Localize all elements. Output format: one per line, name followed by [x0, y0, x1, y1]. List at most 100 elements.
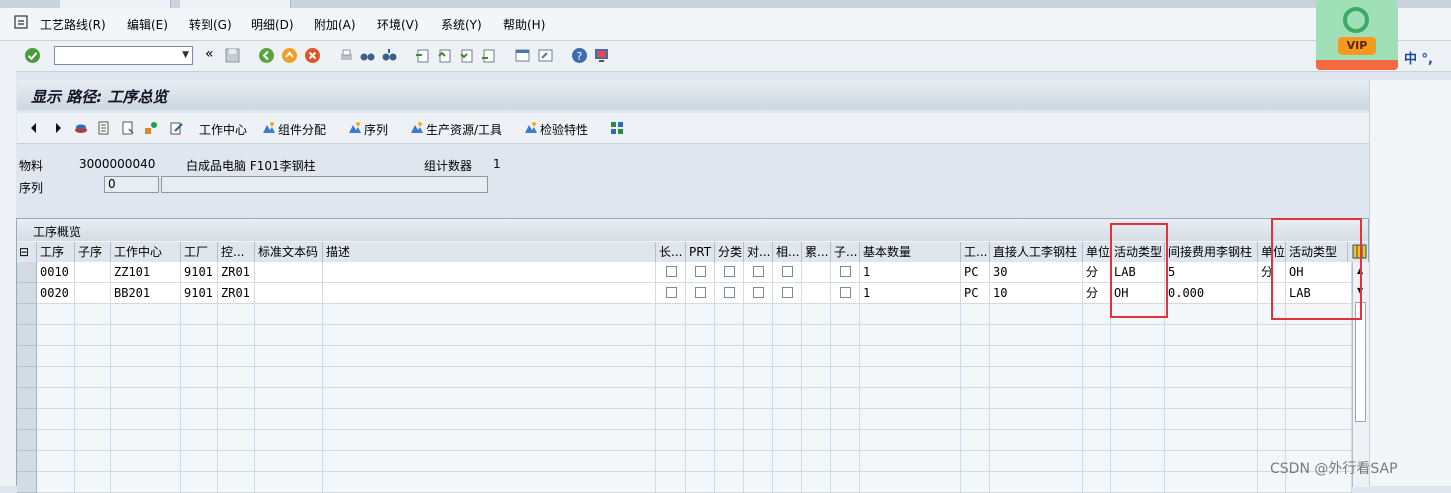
empty-cell[interactable] — [831, 472, 860, 493]
row-selector[interactable] — [17, 304, 37, 325]
empty-cell[interactable] — [831, 388, 860, 409]
empty-cell[interactable] — [686, 325, 715, 346]
empty-cell[interactable] — [1165, 304, 1258, 325]
checkbox[interactable] — [782, 266, 793, 277]
empty-cell[interactable] — [218, 472, 255, 493]
customize-layout-icon[interactable] — [593, 47, 610, 64]
empty-cell[interactable] — [961, 388, 990, 409]
empty-cell[interactable] — [75, 346, 111, 367]
empty-cell[interactable] — [961, 409, 990, 430]
empty-cell[interactable] — [1165, 367, 1258, 388]
previous-icon[interactable] — [27, 121, 41, 135]
col-cumulative[interactable]: 累... — [802, 242, 831, 262]
empty-cell[interactable] — [773, 451, 802, 472]
empty-cell[interactable] — [961, 346, 990, 367]
empty-cell[interactable] — [75, 367, 111, 388]
empty-cell[interactable] — [1111, 325, 1165, 346]
empty-cell[interactable] — [656, 430, 686, 451]
shortcut-icon[interactable] — [537, 47, 554, 64]
empty-cell[interactable] — [656, 304, 686, 325]
cell-work-center[interactable]: BB201 — [111, 283, 181, 304]
empty-cell[interactable] — [75, 325, 111, 346]
empty-cell[interactable] — [1286, 409, 1352, 430]
col-direct-labor[interactable]: 直接人工李钢柱 — [990, 242, 1083, 262]
empty-cell[interactable] — [656, 346, 686, 367]
detail-icon[interactable] — [97, 121, 111, 135]
empty-cell[interactable] — [111, 325, 181, 346]
empty-cell[interactable] — [218, 304, 255, 325]
cell-control-key[interactable]: ZR01 — [218, 262, 255, 283]
row-selector[interactable] — [17, 262, 37, 283]
empty-cell[interactable] — [181, 346, 218, 367]
empty-cell[interactable] — [323, 325, 656, 346]
menu-details[interactable]: 明细(D) — [251, 16, 294, 33]
empty-cell[interactable] — [37, 367, 75, 388]
empty-cell[interactable] — [686, 430, 715, 451]
checkbox[interactable] — [666, 287, 677, 298]
empty-cell[interactable] — [1111, 346, 1165, 367]
checkbox[interactable] — [840, 287, 851, 298]
empty-cell[interactable] — [255, 451, 323, 472]
empty-cell[interactable] — [802, 388, 831, 409]
empty-cell[interactable] — [744, 472, 773, 493]
empty-cell[interactable] — [1165, 409, 1258, 430]
checkbox[interactable] — [840, 266, 851, 277]
cell-standard-text[interactable] — [255, 262, 323, 283]
empty-cell[interactable] — [990, 409, 1083, 430]
empty-cell[interactable] — [715, 388, 744, 409]
empty-cell[interactable] — [255, 325, 323, 346]
empty-cell[interactable] — [831, 409, 860, 430]
empty-cell[interactable] — [686, 388, 715, 409]
col-sub[interactable]: 子... — [831, 242, 860, 262]
first-page-icon[interactable] — [414, 47, 431, 64]
empty-cell[interactable] — [686, 346, 715, 367]
empty-cell[interactable] — [961, 304, 990, 325]
empty-cell[interactable] — [1258, 430, 1286, 451]
empty-cell[interactable] — [1083, 409, 1111, 430]
empty-cell[interactable] — [860, 472, 961, 493]
empty-cell[interactable] — [860, 346, 961, 367]
empty-table-row[interactable] — [17, 472, 1352, 493]
cell-unit-of-measure[interactable]: PC — [961, 262, 990, 283]
empty-cell[interactable] — [37, 409, 75, 430]
empty-cell[interactable] — [255, 472, 323, 493]
empty-cell[interactable] — [323, 367, 656, 388]
cell-description[interactable] — [323, 283, 656, 304]
back-icon[interactable] — [258, 47, 275, 64]
empty-cell[interactable] — [686, 472, 715, 493]
menu-system[interactable]: 系统(Y) — [441, 16, 482, 33]
empty-cell[interactable] — [744, 409, 773, 430]
col-long-text[interactable]: 长... — [656, 242, 686, 262]
empty-cell[interactable] — [1165, 430, 1258, 451]
empty-cell[interactable] — [255, 367, 323, 388]
next-page-icon[interactable] — [458, 47, 475, 64]
empty-cell[interactable] — [111, 367, 181, 388]
empty-cell[interactable] — [802, 409, 831, 430]
window-tab[interactable] — [60, 0, 171, 8]
empty-cell[interactable] — [1286, 367, 1352, 388]
cell-plant[interactable]: 9101 — [181, 283, 218, 304]
empty-cell[interactable] — [1165, 472, 1258, 493]
cell-direct-labor[interactable]: 10 — [990, 283, 1083, 304]
empty-cell[interactable] — [37, 472, 75, 493]
cell-suboperation[interactable] — [75, 283, 111, 304]
empty-cell[interactable] — [773, 472, 802, 493]
cell-labor-unit[interactable]: 分 — [1083, 262, 1111, 283]
empty-cell[interactable] — [1165, 325, 1258, 346]
next-icon[interactable] — [51, 121, 65, 135]
empty-cell[interactable] — [1083, 472, 1111, 493]
empty-cell[interactable] — [1258, 388, 1286, 409]
previous-page-icon[interactable] — [436, 47, 453, 64]
empty-cell[interactable] — [255, 346, 323, 367]
empty-cell[interactable] — [715, 472, 744, 493]
empty-cell[interactable] — [218, 430, 255, 451]
empty-cell[interactable] — [860, 409, 961, 430]
empty-cell[interactable] — [1286, 325, 1352, 346]
col-relation[interactable]: 相... — [773, 242, 802, 262]
menu-icon[interactable] — [14, 15, 28, 29]
col-suboperation[interactable]: 子序 — [75, 242, 111, 262]
empty-cell[interactable] — [1165, 346, 1258, 367]
empty-cell[interactable] — [686, 451, 715, 472]
sequence-button[interactable]: 序列 — [364, 121, 388, 138]
select-all-icon[interactable]: ⊟ — [17, 242, 37, 262]
